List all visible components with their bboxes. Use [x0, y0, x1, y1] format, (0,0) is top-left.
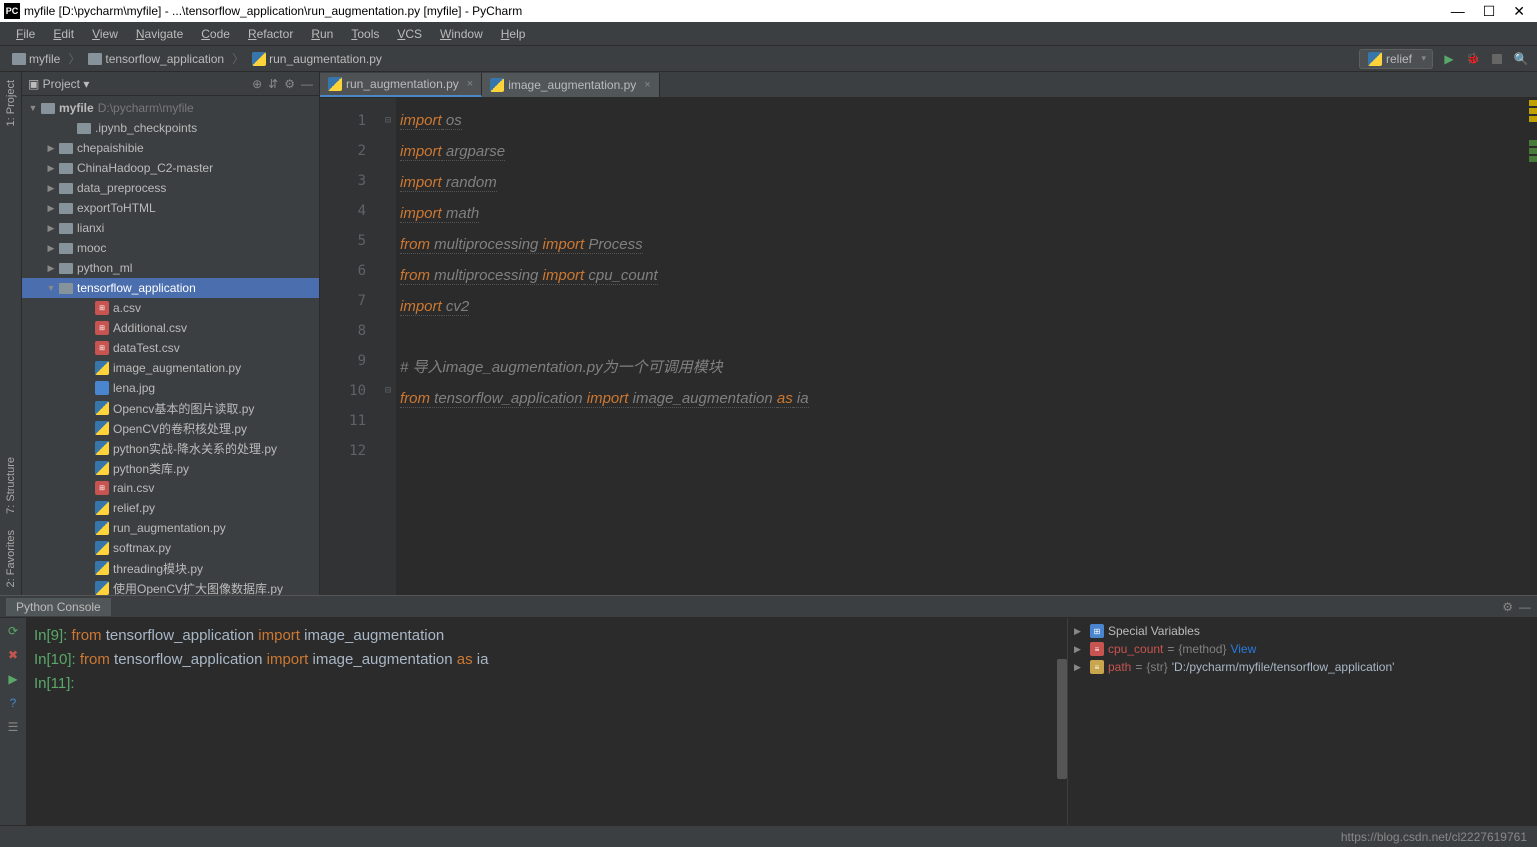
- stop-button[interactable]: [1489, 51, 1505, 67]
- editor-tab[interactable]: image_augmentation.py×: [482, 73, 660, 97]
- project-tree[interactable]: ▼ myfile D:\pycharm\myfile .ipynb_checkp…: [22, 96, 319, 595]
- breadcrumbs: myfile 〉 tensorflow_application 〉 run_au…: [8, 50, 386, 67]
- tree-item[interactable]: ⊞a.csv: [22, 298, 319, 318]
- console-settings-icon[interactable]: ⚙: [1502, 600, 1513, 614]
- tree-item[interactable]: Opencv基本的图片读取.py: [22, 398, 319, 418]
- tree-item[interactable]: ▶ChinaHadoop_C2-master: [22, 158, 319, 178]
- close-window-button[interactable]: ✕: [1513, 3, 1525, 20]
- console-toolbar: ⟳ ✖ ▶ ? ☰: [0, 618, 26, 825]
- editor: run_augmentation.py×image_augmentation.p…: [320, 72, 1537, 595]
- tree-item[interactable]: softmax.py: [22, 538, 319, 558]
- hide-panel-icon[interactable]: —: [301, 77, 313, 91]
- menu-refactor[interactable]: Refactor: [240, 25, 301, 43]
- tree-item[interactable]: run_augmentation.py: [22, 518, 319, 538]
- tree-item[interactable]: ▶chepaishibie: [22, 138, 319, 158]
- special-variables-group[interactable]: ▶ ⊞ Special Variables: [1074, 622, 1531, 640]
- variable-icon: ⊞: [1090, 624, 1104, 638]
- line-number-gutter[interactable]: 123456789101112: [320, 98, 380, 595]
- project-tool-window: ▣ Project ▾ ⊕ ⇵ ⚙ — ▼ myfile D:\pycharm\…: [22, 72, 320, 595]
- tree-item[interactable]: 使用OpenCV扩大图像数据库.py: [22, 578, 319, 595]
- console-output[interactable]: In[9]: from tensorflow_application impor…: [26, 618, 1067, 825]
- python-console-tab[interactable]: Python Console: [6, 598, 111, 616]
- menu-view[interactable]: View: [84, 25, 126, 43]
- search-everywhere-button[interactable]: 🔍: [1513, 51, 1529, 67]
- tree-item[interactable]: ⊞Additional.csv: [22, 318, 319, 338]
- tree-item[interactable]: ▶data_preprocess: [22, 178, 319, 198]
- maximize-button[interactable]: ☐: [1483, 3, 1496, 20]
- settings-icon[interactable]: ⚙: [284, 77, 295, 91]
- tree-item[interactable]: threading模块.py: [22, 558, 319, 578]
- tree-item[interactable]: ▶exportToHTML: [22, 198, 319, 218]
- tree-item[interactable]: ▶python_ml: [22, 258, 319, 278]
- menu-code[interactable]: Code: [193, 25, 238, 43]
- console-hide-icon[interactable]: —: [1519, 600, 1531, 614]
- left-tool-strip: 1: Project 7: Structure 2: Favorites: [0, 72, 22, 595]
- fold-gutter[interactable]: ⊟⊟: [380, 98, 396, 595]
- history-button[interactable]: ☰: [4, 718, 22, 736]
- code-area[interactable]: import os import argparse import random …: [396, 98, 1525, 595]
- tree-item[interactable]: .ipynb_checkpoints: [22, 118, 319, 138]
- rerun-button[interactable]: ⟳: [4, 622, 22, 640]
- variable-row[interactable]: ▶≡ path = {str} 'D:/pycharm/myfile/tenso…: [1074, 658, 1531, 676]
- collapse-all-icon[interactable]: ⇵: [268, 77, 278, 91]
- locate-icon[interactable]: ⊕: [252, 77, 262, 91]
- window-titlebar: PC myfile [D:\pycharm\myfile] - ...\tens…: [0, 0, 1537, 22]
- breadcrumb-item[interactable]: myfile: [8, 51, 64, 67]
- run-configuration-dropdown[interactable]: relief: [1359, 49, 1433, 69]
- menu-vcs[interactable]: VCS: [389, 25, 430, 43]
- favorites-tool-tab[interactable]: 2: Favorites: [3, 522, 19, 595]
- structure-tool-tab[interactable]: 7: Structure: [3, 449, 19, 522]
- tree-item[interactable]: lena.jpg: [22, 378, 319, 398]
- tree-item[interactable]: ▶mooc: [22, 238, 319, 258]
- navigation-bar: myfile 〉 tensorflow_application 〉 run_au…: [0, 46, 1537, 72]
- menu-run[interactable]: Run: [303, 25, 341, 43]
- variable-icon: ≡: [1090, 642, 1104, 656]
- menu-tools[interactable]: Tools: [343, 25, 387, 43]
- window-title: myfile [D:\pycharm\myfile] - ...\tensorf…: [24, 4, 522, 18]
- editor-tabs: run_augmentation.py×image_augmentation.p…: [320, 72, 1537, 98]
- execute-button[interactable]: ▶: [4, 670, 22, 688]
- tree-item[interactable]: ▼tensorflow_application: [22, 278, 319, 298]
- tree-item[interactable]: relief.py: [22, 498, 319, 518]
- project-view-dropdown[interactable]: ▣ Project ▾: [28, 77, 89, 91]
- python-console-tool-window: Python Console ⚙ — ⟳ ✖ ▶ ? ☰ In[9]: from…: [0, 595, 1537, 825]
- watermark-text: https://blog.csdn.net/cl2227619761: [1341, 830, 1527, 844]
- python-icon: [490, 78, 504, 92]
- tree-item[interactable]: ▶lianxi: [22, 218, 319, 238]
- run-button[interactable]: ▶: [1441, 51, 1457, 67]
- project-tool-tab[interactable]: 1: Project: [3, 72, 19, 134]
- tree-item[interactable]: ⊞rain.csv: [22, 478, 319, 498]
- menu-file[interactable]: File: [8, 25, 43, 43]
- close-tab-icon[interactable]: ×: [644, 79, 650, 91]
- status-bar: https://blog.csdn.net/cl2227619761: [0, 825, 1537, 847]
- variables-panel[interactable]: ▶ ⊞ Special Variables ▶≡ cpu_count = {me…: [1067, 618, 1537, 825]
- pycharm-icon: PC: [4, 3, 20, 19]
- breadcrumb-item[interactable]: run_augmentation.py: [248, 51, 386, 67]
- close-tab-icon[interactable]: ×: [467, 78, 473, 90]
- scrollbar[interactable]: [1057, 659, 1067, 779]
- error-stripe[interactable]: [1525, 98, 1537, 595]
- editor-tab[interactable]: run_augmentation.py×: [320, 73, 482, 97]
- menu-help[interactable]: Help: [493, 25, 534, 43]
- tree-item[interactable]: python类库.py: [22, 458, 319, 478]
- python-icon: [328, 77, 342, 91]
- menu-edit[interactable]: Edit: [45, 25, 82, 43]
- menu-window[interactable]: Window: [432, 25, 491, 43]
- breadcrumb-item[interactable]: tensorflow_application: [84, 51, 228, 67]
- menu-navigate[interactable]: Navigate: [128, 25, 191, 43]
- tree-root[interactable]: ▼ myfile D:\pycharm\myfile: [22, 98, 319, 118]
- minimize-button[interactable]: —: [1451, 3, 1465, 20]
- tree-item[interactable]: python实战-降水关系的处理.py: [22, 438, 319, 458]
- main-menu: FileEditViewNavigateCodeRefactorRunTools…: [0, 22, 1537, 46]
- tree-item[interactable]: image_augmentation.py: [22, 358, 319, 378]
- stop-console-button[interactable]: ✖: [4, 646, 22, 664]
- variable-row[interactable]: ▶≡ cpu_count = {method} View: [1074, 640, 1531, 658]
- variable-icon: ≡: [1090, 660, 1104, 674]
- tree-item[interactable]: ⊞dataTest.csv: [22, 338, 319, 358]
- python-icon: [1368, 52, 1382, 66]
- help-button[interactable]: ?: [4, 694, 22, 712]
- tree-item[interactable]: OpenCV的卷积核处理.py: [22, 418, 319, 438]
- debug-button[interactable]: 🐞: [1465, 51, 1481, 67]
